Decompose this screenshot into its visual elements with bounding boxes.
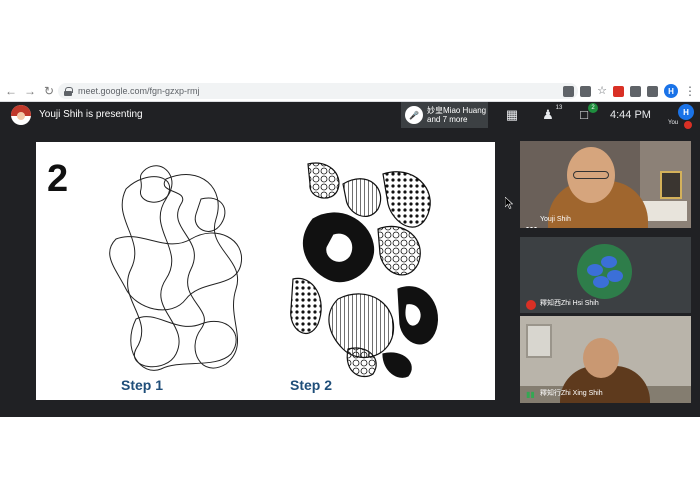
extension-icons: ☆ H ⋮: [563, 83, 696, 99]
step1-drawing: [109, 165, 242, 371]
step2-drawing: [290, 162, 438, 378]
camera-icon[interactable]: [563, 85, 575, 97]
more-vert-icon[interactable]: ⋮: [684, 85, 696, 97]
glasses: [573, 171, 609, 179]
meet-top-bar: Youji Shih is presenting 🎤 妙皇Miao Huang …: [0, 102, 700, 130]
participant-tile[interactable]: Youji Shih: [520, 141, 691, 228]
flower-petal: [593, 276, 609, 288]
arrow-right-icon[interactable]: →: [22, 83, 38, 99]
flower-petal: [587, 264, 603, 276]
reload-icon[interactable]: ↻: [41, 83, 57, 99]
background-window: [526, 324, 552, 358]
mouse-cursor-icon: [505, 197, 513, 209]
browser-toolbar: ← → ↻ meet.google.com/fgn-gzxp-rmj ☆ H ⋮: [0, 80, 700, 102]
step2-label: Step 2: [290, 377, 333, 393]
participant-name: Youji Shih: [540, 216, 571, 223]
self-view-indicator[interactable]: H You: [668, 104, 696, 130]
mic-off-icon: [526, 300, 536, 310]
clock-time: 4:44 PM: [610, 109, 651, 121]
background-picture: [660, 171, 682, 199]
people-icon[interactable]: ♟ 13: [540, 105, 562, 123]
chat-icon[interactable]: □ 2: [576, 103, 598, 123]
audio-level-icon: ▮▮: [526, 390, 535, 399]
extension-icon-2[interactable]: [647, 85, 658, 97]
profile-avatar[interactable]: H: [664, 84, 678, 98]
step1-label: Step 1: [121, 377, 164, 393]
address-bar[interactable]: meet.google.com/fgn-gzxp-rmj: [58, 83, 578, 99]
participant-name: 釋知西Zhi Hsi Shih: [540, 300, 599, 307]
more-dots-icon[interactable]: [526, 217, 538, 228]
people-chip-name: 妙皇Miao Huang: [427, 106, 487, 115]
self-label: You: [668, 120, 679, 126]
participant-tile[interactable]: 釋知西Zhi Hsi Shih: [520, 237, 691, 313]
bookmark-star-icon[interactable]: ☆: [597, 85, 607, 97]
participant-name: 釋知行Zhi Xing Shih: [540, 390, 603, 397]
participants-chip[interactable]: 🎤 妙皇Miao Huang and 7 more: [401, 102, 488, 128]
participant-face: [583, 338, 619, 378]
people-count-badge: 13: [555, 105, 563, 111]
presentation-slide: 2 Step 1 Step 2: [36, 142, 495, 400]
extension-icon[interactable]: [630, 85, 641, 97]
lock-icon: [64, 86, 73, 96]
self-avatar: H: [678, 104, 694, 120]
meet-top-icons: ▦ ♟ 13 □ 2 4:44 PM: [494, 102, 651, 128]
slide-number: 2: [47, 158, 69, 200]
participant-avatar: [577, 244, 632, 299]
chat-badge: 2: [588, 103, 598, 113]
translate-icon[interactable]: [580, 85, 592, 97]
presenting-text: Youji Shih is presenting: [39, 109, 143, 120]
flower-petal: [601, 256, 617, 268]
people-chip-more: and 7 more: [427, 115, 468, 124]
participant-tile[interactable]: ▮▮ 釋知行Zhi Xing Shih: [520, 316, 691, 403]
arrow-left-icon[interactable]: ←: [3, 83, 19, 99]
background-book: [642, 201, 687, 221]
meet-call-area: Youji Shih is presenting 🎤 妙皇Miao Huang …: [0, 102, 700, 417]
youtube-extension-icon[interactable]: [613, 85, 624, 97]
mic-off-icon: [684, 121, 692, 129]
flower-petal: [607, 270, 623, 282]
presenter-avatar: [11, 105, 31, 125]
layout-icon[interactable]: ▦: [504, 107, 520, 123]
mic-icon: 🎤: [405, 106, 423, 124]
screen: ← → ↻ meet.google.com/fgn-gzxp-rmj ☆ H ⋮…: [0, 0, 700, 500]
url-text: meet.google.com/fgn-gzxp-rmj: [78, 86, 200, 96]
